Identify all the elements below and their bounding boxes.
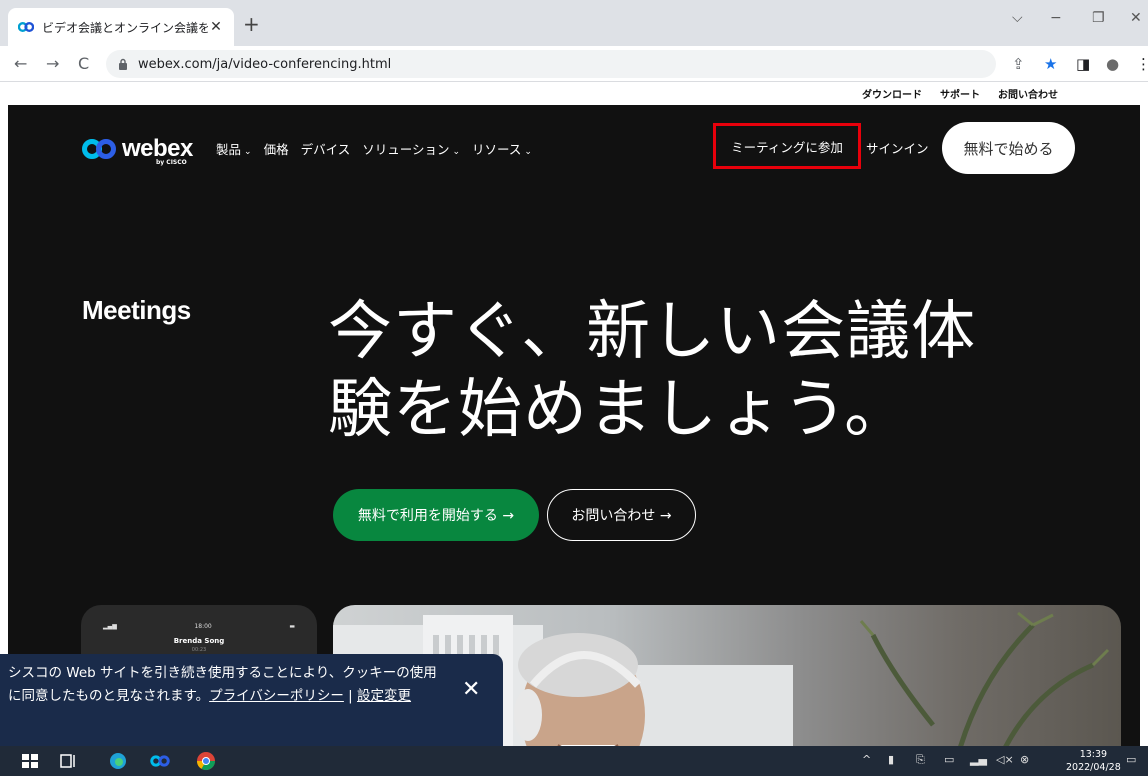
- tray-volume-icon[interactable]: ◁×: [996, 753, 1014, 766]
- start-free-button[interactable]: 無料で始める: [942, 122, 1075, 174]
- tab-search-icon[interactable]: ⌵: [1012, 10, 1023, 26]
- webex-logo[interactable]: webex by CISCO: [82, 135, 193, 166]
- call-duration: 00:23: [191, 647, 207, 653]
- close-window-button[interactable]: ✕: [1130, 10, 1142, 26]
- logo-by-cisco: by CISCO: [156, 159, 187, 166]
- notifications-icon[interactable]: ▭: [1126, 753, 1136, 766]
- nav-item-devices[interactable]: デバイス: [301, 139, 351, 158]
- cookie-banner: シスコの Web サイトを引き続き使用することにより、クッキーの使用に同意したも…: [0, 654, 503, 750]
- link-separator: |: [343, 688, 358, 704]
- hero-headline: 今すぐ、新しい会議体 験を始めましょう。: [328, 293, 1088, 449]
- headline-line-1: 今すぐ、新しい会議体: [328, 295, 977, 369]
- utility-link-contact[interactable]: お問い合わせ: [998, 86, 1058, 101]
- utility-link-download[interactable]: ダウンロード: [862, 86, 922, 101]
- windows-taskbar: ^ ▮ ⎘ ▭ ▂▄ ◁× ⊗ 13:39 2022/04/28 ▭: [0, 746, 1148, 776]
- taskbar-clock[interactable]: 13:39 2022/04/28: [1066, 748, 1121, 774]
- caller-name: Brenda Song: [173, 637, 225, 645]
- task-view-icon[interactable]: [58, 751, 78, 771]
- tray-battery-icon[interactable]: ▭: [944, 753, 954, 766]
- battery-icon: ▬: [289, 623, 295, 630]
- nav-item-resources[interactable]: リソース ⌄: [472, 139, 532, 158]
- nav-item-pricing[interactable]: 価格: [264, 139, 289, 158]
- url-text: webex.com/ja/video-conferencing.html: [138, 56, 392, 72]
- nav-item-products[interactable]: 製品 ⌄: [216, 139, 252, 158]
- browser-tab-bar: ビデオ会議とオンライン会議を無料で ✕ + ⌵ − ❐ ✕: [0, 0, 1148, 46]
- tab-title: ビデオ会議とオンライン会議を無料で: [42, 20, 208, 35]
- utility-link-support[interactable]: サポート: [940, 86, 980, 101]
- reload-button[interactable]: C: [78, 54, 89, 73]
- chevron-down-icon: ⌄: [524, 147, 532, 157]
- chevron-down-icon: ⌄: [452, 147, 461, 157]
- nav-item-label: ソリューション: [362, 142, 450, 157]
- browser-menu-icon[interactable]: ⋮: [1136, 55, 1148, 73]
- phone-status-bar: ▂▄▆ 18:00 ▬: [103, 623, 295, 630]
- bookmark-star-icon[interactable]: ★: [1044, 55, 1057, 73]
- back-button[interactable]: ←: [14, 54, 27, 73]
- edge-browser-icon[interactable]: [108, 751, 128, 771]
- webex-favicon-icon: [18, 22, 34, 32]
- windows-start-icon[interactable]: [20, 751, 40, 771]
- product-label: Meetings: [82, 295, 191, 325]
- clock-time: 13:39: [1079, 749, 1108, 760]
- headline-line-2: 験を始めましょう。: [328, 373, 910, 447]
- webex-logo-icon: [82, 139, 116, 159]
- utility-nav: ダウンロード サポート お問い合わせ: [0, 82, 1148, 105]
- cookie-message: シスコの Web サイトを引き続き使用することにより、クッキーの使用に同意したも…: [8, 662, 438, 708]
- start-free-trial-button[interactable]: 無料で利用を開始する →: [333, 489, 539, 541]
- nav-item-solutions[interactable]: ソリューション ⌄: [362, 139, 460, 158]
- webex-app-icon[interactable]: [150, 751, 170, 771]
- contact-us-button[interactable]: お問い合わせ →: [547, 489, 696, 541]
- nav-item-label: 製品: [216, 142, 242, 157]
- tray-status-icon[interactable]: ⊗: [1020, 753, 1029, 766]
- browser-tab-active[interactable]: ビデオ会議とオンライン会議を無料で ✕: [8, 8, 234, 46]
- url-input[interactable]: webex.com/ja/video-conferencing.html: [106, 50, 996, 78]
- cookie-settings-link[interactable]: 設定変更: [357, 688, 411, 704]
- new-tab-button[interactable]: +: [243, 14, 260, 34]
- minimize-button[interactable]: −: [1050, 10, 1062, 26]
- main-nav: 製品 ⌄ 価格 デバイス ソリューション ⌄ リソース ⌄: [216, 139, 532, 158]
- tray-pen-icon[interactable]: ▮: [888, 753, 894, 766]
- profile-icon[interactable]: ●: [1106, 55, 1119, 73]
- side-panel-icon[interactable]: ◨: [1076, 55, 1090, 73]
- join-meeting-link[interactable]: ミーティングに参加: [713, 123, 861, 169]
- restore-button[interactable]: ❐: [1092, 10, 1105, 26]
- tray-overflow-icon[interactable]: ^: [862, 753, 871, 766]
- lock-icon: [119, 58, 127, 70]
- clock-date: 2022/04/28: [1066, 762, 1121, 773]
- tray-network-icon[interactable]: ▂▄: [970, 753, 987, 766]
- nav-item-label: 価格: [263, 142, 289, 157]
- sign-in-link[interactable]: サインイン: [866, 138, 929, 157]
- tray-meet-icon[interactable]: ⎘: [916, 753, 925, 767]
- nav-item-label: リソース: [472, 142, 522, 157]
- phone-time: 18:00: [194, 623, 212, 630]
- hero-section: webex by CISCO 製品 ⌄ 価格 デバイス ソリューション ⌄ リソース…: [8, 105, 1140, 746]
- address-bar-row: ← → C webex.com/ja/video-conferencing.ht…: [0, 46, 1148, 82]
- forward-button[interactable]: →: [46, 54, 59, 73]
- chevron-down-icon: ⌄: [244, 147, 252, 157]
- signal-icon: ▂▄▆: [103, 623, 117, 630]
- close-cookie-banner-icon[interactable]: ✕: [462, 678, 480, 701]
- privacy-policy-link[interactable]: プライバシーポリシー: [209, 688, 344, 704]
- chrome-icon[interactable]: [196, 751, 216, 771]
- share-icon[interactable]: ⇪: [1012, 55, 1025, 73]
- nav-item-label: デバイス: [300, 142, 351, 157]
- tab-close-icon[interactable]: ✕: [208, 19, 224, 35]
